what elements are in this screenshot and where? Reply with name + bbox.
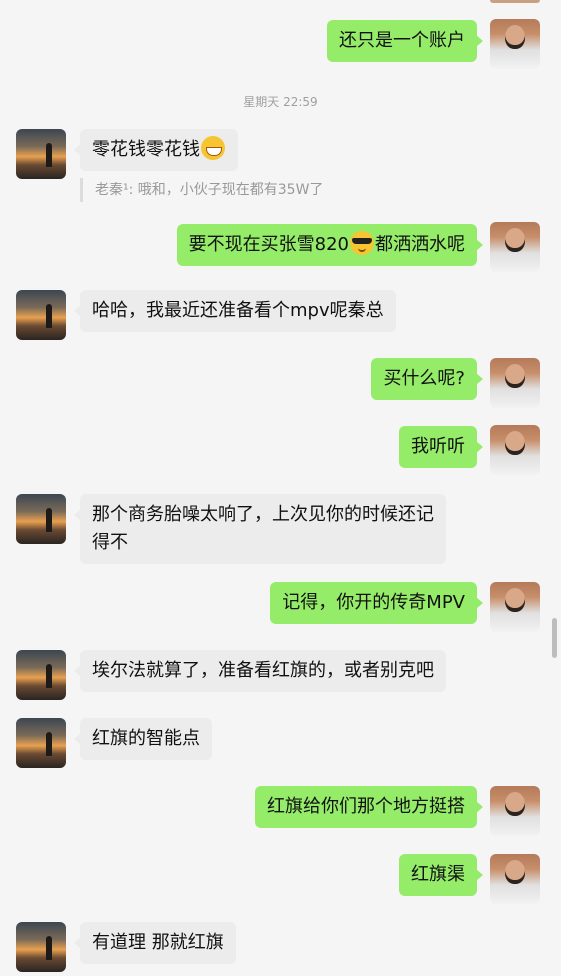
chat-window: 还只是一个账户 星期天 22:59 零花钱零花钱 老秦¹: 哦和，小伙子现在都有… xyxy=(0,0,561,976)
message-text: 还只是一个账户 xyxy=(339,30,465,51)
message-text: 埃尔法就算了，准备看红旗的，或者别克吧 xyxy=(92,660,434,681)
message-bubble-sent[interactable]: 红旗渠 xyxy=(399,854,483,896)
contact-avatar[interactable] xyxy=(16,494,66,544)
message-bubble-sent[interactable]: 红旗给你们那个地方挺搭 xyxy=(255,786,483,828)
message-bubble-received[interactable]: 红旗的智能点 xyxy=(74,718,212,760)
my-avatar[interactable] xyxy=(490,425,540,475)
message-bubble-sent[interactable]: 还只是一个账户 xyxy=(327,20,483,62)
message-bubble-sent[interactable]: 买什么呢? xyxy=(371,358,483,400)
sunglasses-face-icon xyxy=(350,231,374,255)
message-text: 要不现在买张雪820 xyxy=(188,234,349,255)
contact-avatar[interactable] xyxy=(16,129,66,179)
message-text: 我听听 xyxy=(411,436,465,457)
message-text: 有道理 那就红旗 xyxy=(92,932,224,953)
my-avatar[interactable] xyxy=(490,358,540,408)
message-text: 零花钱零花钱 xyxy=(92,139,200,160)
message-bubble-received[interactable]: 零花钱零花钱 xyxy=(74,129,238,171)
contact-avatar[interactable] xyxy=(16,650,66,700)
scrollbar-thumb[interactable] xyxy=(552,618,557,658)
avatar-fragment xyxy=(490,0,540,3)
contact-avatar[interactable] xyxy=(16,922,66,972)
message-text: 买什么呢? xyxy=(383,368,465,389)
my-avatar[interactable] xyxy=(490,582,540,632)
contact-avatar[interactable] xyxy=(16,718,66,768)
my-avatar[interactable] xyxy=(490,222,540,272)
message-text: 哈哈，我最近还准备看个mpv呢秦总 xyxy=(92,300,384,321)
message-bubble-received[interactable]: 埃尔法就算了，准备看红旗的，或者别克吧 xyxy=(74,650,446,692)
message-text: 都洒洒水呢 xyxy=(375,234,465,255)
grinning-face-icon xyxy=(201,136,225,160)
message-bubble-sent[interactable]: 记得，你开的传奇MPV xyxy=(270,582,483,624)
message-text: 那个商务胎噪太响了，上次见你的时候还记得不 xyxy=(92,504,434,553)
message-text: 红旗渠 xyxy=(411,864,465,885)
message-text: 记得，你开的传奇MPV xyxy=(282,592,465,613)
my-avatar[interactable] xyxy=(490,854,540,904)
contact-avatar[interactable] xyxy=(16,290,66,340)
message-text: 红旗的智能点 xyxy=(92,728,200,749)
my-avatar[interactable] xyxy=(490,786,540,836)
timestamp: 星期天 22:59 xyxy=(243,95,318,109)
message-bubble-received[interactable]: 哈哈，我最近还准备看个mpv呢秦总 xyxy=(74,290,396,332)
message-bubble-received[interactable]: 有道理 那就红旗 xyxy=(74,922,236,964)
quoted-message[interactable]: 老秦¹: 哦和，小伙子现在都有35W了 xyxy=(80,178,323,202)
message-text: 红旗给你们那个地方挺搭 xyxy=(267,796,465,817)
message-bubble-received[interactable]: 那个商务胎噪太响了，上次见你的时候还记得不 xyxy=(74,494,446,564)
message-bubble-sent[interactable]: 要不现在买张雪820 都洒洒水呢 xyxy=(176,224,484,266)
my-avatar[interactable] xyxy=(490,19,540,69)
message-bubble-sent[interactable]: 我听听 xyxy=(399,426,483,468)
